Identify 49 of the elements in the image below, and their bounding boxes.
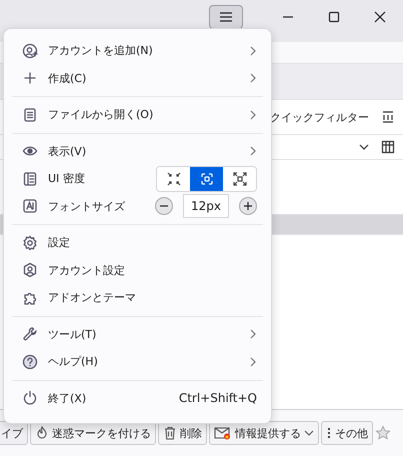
font-icon	[22, 198, 38, 214]
wrench-icon	[22, 326, 38, 342]
star-icon[interactable]	[375, 425, 391, 441]
font-size-value: 12px	[183, 194, 229, 218]
menu-item[interactable]: ヘルプ(H)	[4, 348, 271, 376]
font-size-label: フォントサイズ	[48, 198, 126, 214]
mail-flame-icon	[214, 426, 232, 440]
density-compact-icon	[166, 170, 182, 187]
menu-button[interactable]	[209, 5, 243, 29]
document-icon	[22, 106, 38, 123]
density-touch-icon	[232, 170, 248, 187]
more-icon	[326, 426, 332, 440]
help-icon	[22, 354, 38, 370]
increase-button[interactable]	[239, 197, 257, 216]
menu-item[interactable]: アカウントを追加(N)	[4, 37, 271, 64]
maximize-icon	[328, 11, 340, 23]
density-option[interactable]	[190, 166, 223, 191]
decrease-button[interactable]	[155, 197, 173, 216]
columns-icon[interactable]	[381, 140, 395, 154]
menu-icon	[219, 11, 233, 23]
account-icon	[22, 262, 38, 278]
density-normal-icon	[198, 170, 214, 187]
menu-item[interactable]: 終了(X) Ctrl+Shift+Q	[4, 384, 271, 412]
quick-filter-label[interactable]: クイックフィルター	[270, 110, 369, 124]
chevron-down-icon[interactable]	[359, 143, 369, 151]
menu-item[interactable]: ツール(T)	[4, 320, 271, 348]
layout-icon[interactable]	[381, 110, 395, 124]
toolbar-button[interactable]: イブ	[0, 421, 28, 445]
menu-item[interactable]: アドオンとテーマ	[4, 284, 271, 312]
menu-item[interactable]: 表示(V)	[4, 138, 271, 165]
density-option[interactable]	[157, 166, 190, 191]
toolbar-button[interactable]: その他	[321, 421, 373, 445]
account-add-icon	[22, 42, 38, 59]
menu-item[interactable]: ファイルから開く(O)	[4, 101, 271, 128]
shortcut-text: Ctrl+Shift+Q	[178, 391, 257, 406]
menu-item[interactable]: 設定	[4, 229, 271, 256]
settings-icon	[22, 234, 38, 251]
menu-item[interactable]: 作成(C)	[4, 64, 271, 92]
power-icon	[22, 390, 38, 406]
density-option[interactable]	[223, 166, 256, 191]
layout-icon	[22, 170, 38, 187]
close-icon	[374, 11, 386, 23]
plus-icon	[22, 70, 38, 86]
plus-icon	[243, 201, 253, 212]
menu-item[interactable]: アカウント設定	[4, 256, 271, 284]
flame-icon	[35, 426, 49, 440]
density-label: UI 密度	[48, 171, 86, 186]
trash-icon	[163, 426, 177, 440]
toolbar-button[interactable]: 情報提供する	[209, 421, 319, 445]
